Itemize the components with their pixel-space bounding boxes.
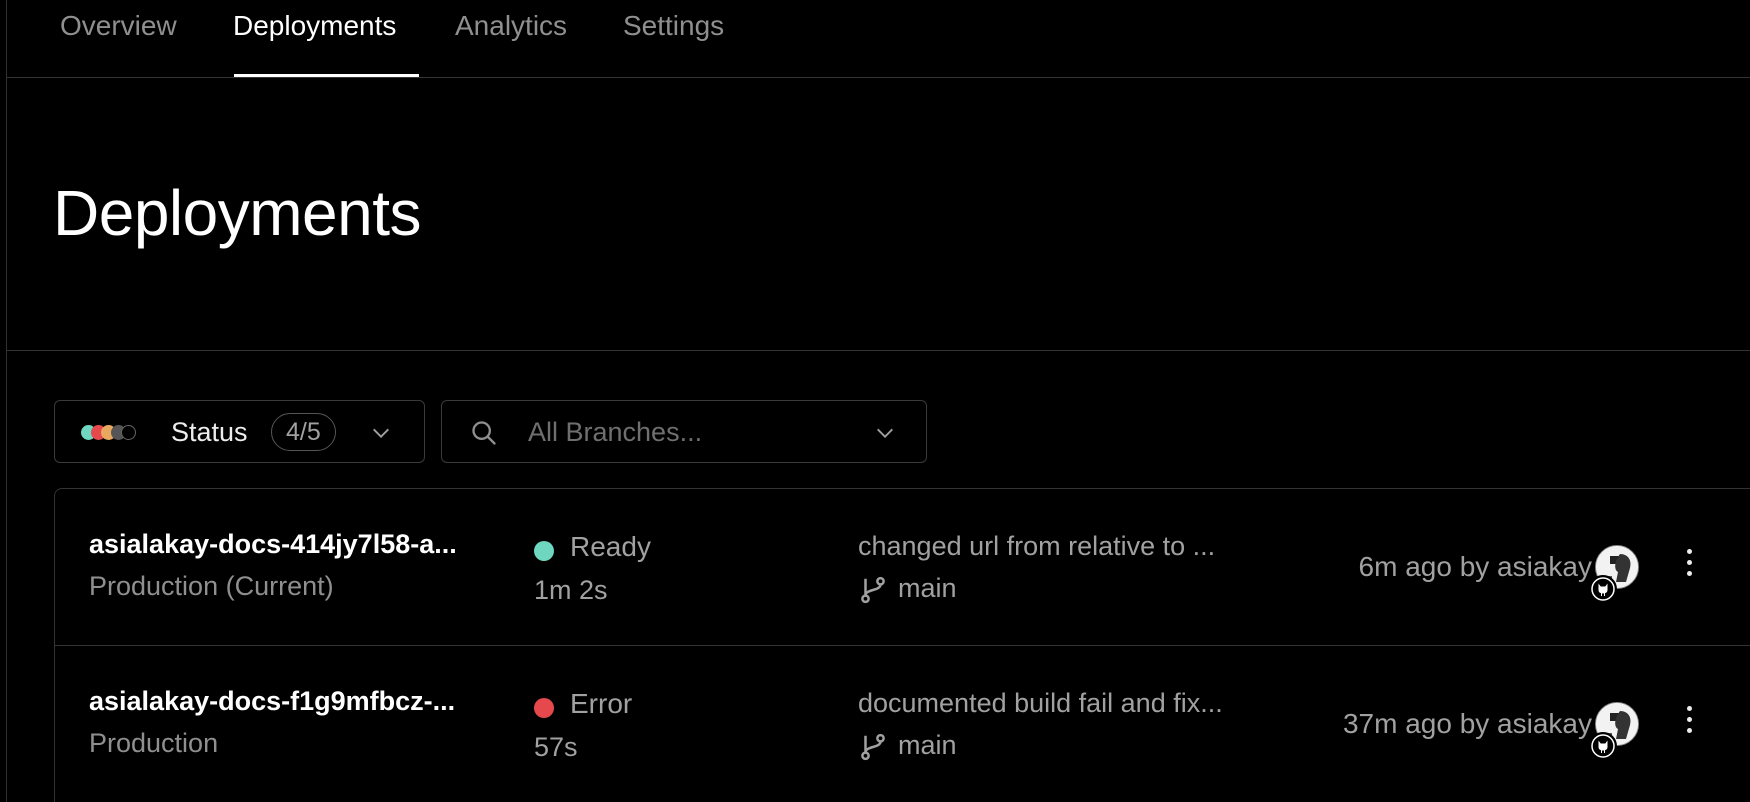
status-indicator-icon — [534, 541, 554, 561]
divider — [7, 350, 1750, 351]
tab-deployments[interactable]: Deployments — [233, 10, 396, 50]
status-dots-icon — [81, 425, 145, 441]
deployment-environment: Production (Current) — [89, 571, 334, 601]
commit-message[interactable]: documented build fail and fix... — [858, 688, 1223, 719]
deployment-status: Ready — [570, 531, 651, 562]
deployment-environment: Production — [89, 728, 219, 758]
status-filter-button[interactable]: Status 4/5 — [54, 400, 425, 463]
status-filter-label: Status — [171, 417, 248, 447]
deployment-time-author: 37m ago by asiakay — [1342, 708, 1592, 739]
deployment-time-author: 6m ago by asiakay — [1358, 551, 1592, 582]
deployment-name[interactable]: asialakay-docs-414jy7l58-a... — [89, 529, 457, 560]
status-dot — [121, 425, 136, 440]
project-tabs: Overview Deployments Analytics Settings — [7, 0, 1750, 78]
page-title: Deployments — [53, 177, 422, 249]
git-branch-icon — [861, 733, 885, 761]
chevron-down-icon[interactable] — [874, 422, 896, 444]
deployment-status: Error — [570, 688, 633, 719]
github-icon — [1589, 732, 1617, 760]
more-options-icon[interactable] — [1683, 549, 1695, 583]
branch-search-input[interactable] — [528, 413, 868, 451]
tab-settings[interactable]: Settings — [623, 10, 724, 50]
build-duration: 1m 2s — [534, 575, 608, 605]
branch-name[interactable]: main — [898, 730, 957, 761]
search-icon — [472, 421, 496, 445]
commit-message[interactable]: changed url from relative to ... — [858, 531, 1215, 562]
chevron-down-icon — [373, 428, 389, 438]
active-tab-indicator — [234, 74, 419, 77]
github-icon — [1589, 575, 1617, 603]
deployment-name[interactable]: asialakay-docs-f1g9mfbcz-... — [89, 686, 455, 717]
deployments-page: Overview Deployments Analytics Settings … — [0, 0, 1750, 802]
branch-filter[interactable] — [441, 400, 927, 463]
deployment-row[interactable]: asialakay-docs-f1g9mfbcz-... Production … — [55, 645, 1750, 801]
status-count-badge: 4/5 — [271, 413, 336, 451]
deployment-row[interactable]: asialakay-docs-414jy7l58-a... Production… — [55, 489, 1750, 645]
build-duration: 57s — [534, 732, 578, 762]
status-indicator-icon — [534, 698, 554, 718]
deployments-list: asialakay-docs-414jy7l58-a... Production… — [54, 488, 1750, 802]
branch-name[interactable]: main — [898, 573, 957, 604]
left-border — [6, 0, 7, 802]
more-options-icon[interactable] — [1683, 706, 1695, 740]
git-branch-icon — [861, 576, 885, 604]
tab-overview[interactable]: Overview — [60, 10, 177, 50]
tab-analytics[interactable]: Analytics — [455, 10, 567, 50]
